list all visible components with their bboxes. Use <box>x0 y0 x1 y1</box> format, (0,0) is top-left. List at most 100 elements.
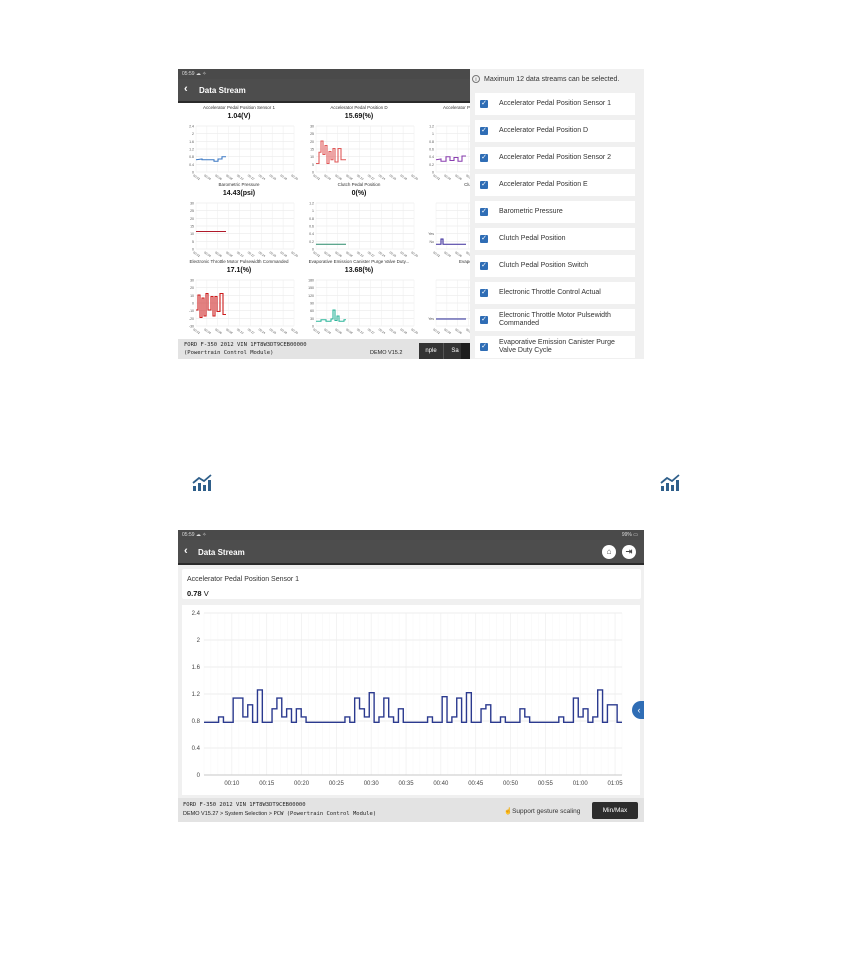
data-stream-label: Clutch Pedal Position <box>499 235 566 242</box>
x-tick-label: 00:06 <box>334 250 343 258</box>
y-tick-label: 0.8 <box>429 140 434 144</box>
data-stream-item[interactable]: ✓ Evaporative Emission Canister Purge Val… <box>475 336 635 358</box>
checkbox-checked-icon[interactable]: ✓ <box>480 343 488 351</box>
mini-chart[interactable]: Barometric Pressure 14.43(psi) 30 25 20 15 10 5… <box>180 182 298 262</box>
status-bar: 05:59 ☁ ✧ 99% ▭ <box>178 530 644 540</box>
y-tick-label: 0.8 <box>189 155 194 159</box>
data-stream-item[interactable]: ✓ Clutch Pedal Position <box>475 228 635 250</box>
y-tick-label: 30 <box>190 202 194 206</box>
mini-chart-name: Clutch Pedal Position <box>337 182 381 187</box>
y-tick-label: 0.4 <box>309 232 314 236</box>
x-tick-label: 00:02 <box>312 250 321 258</box>
sample-button[interactable]: nple <box>419 343 443 359</box>
x-tick-label: 00:10 <box>356 327 365 335</box>
line-chart[interactable]: 0 0.4 0.8 1.2 1.6 2 2.4 00:10 00:15 00:20 00:25 00:… <box>182 605 640 795</box>
trend-graph-icon <box>192 474 212 491</box>
data-stream-label: Barometric Pressure <box>499 208 563 215</box>
x-tick-label: 00:12 <box>247 327 256 335</box>
x-tick-label: 00:12 <box>367 173 376 181</box>
checkbox-checked-icon[interactable]: ✓ <box>480 208 488 216</box>
x-tick-label: 00:06 <box>334 173 343 181</box>
vehicle-info-line: FORD F-350 2012 VIN 1FT8W3DT9CEB00000 <box>183 802 306 808</box>
mini-chart[interactable]: Accelerator Pedal Position D 15.69(%) 30 25… <box>300 105 418 185</box>
y-tick-label: Yes <box>428 232 434 236</box>
y-tick-label: Yes <box>428 317 434 321</box>
y-tick-label: 30 <box>310 317 314 321</box>
mini-series-line <box>316 309 346 322</box>
exit-icon[interactable]: ⇥ <box>622 545 636 559</box>
data-stream-item[interactable]: ✓ Accelerator Pedal Position Sensor 1 <box>475 93 635 115</box>
y-tick-label: 25 <box>190 209 194 213</box>
mini-chart-name: Accelerator Pedal Position D <box>330 105 388 110</box>
mini-chart[interactable]: Evaporative Emission Canister Purge Valv… <box>300 259 418 339</box>
x-tick-label: 00:20 <box>290 327 298 335</box>
y-tick-label: 10 <box>310 155 314 159</box>
home-icon[interactable]: ⌂ <box>602 545 616 559</box>
x-tick-label: 00:06 <box>454 173 463 181</box>
y-tick-label: 0.6 <box>429 148 434 152</box>
x-tick-label: 00:06 <box>454 327 463 335</box>
y-tick-label: 150 <box>308 286 314 290</box>
x-tick-label: 00:14 <box>378 173 387 181</box>
y-tick-label: 0.4 <box>189 163 194 167</box>
data-stream-item[interactable]: ✓ Clutch Pedal Position Switch <box>475 255 635 277</box>
y-tick-label: 20 <box>310 140 314 144</box>
data-stream-item[interactable]: ✓ Electronic Throttle Motor Pulsewidth Co… <box>475 309 635 331</box>
y-tick-label: 0.6 <box>309 225 314 229</box>
checkbox-checked-icon[interactable]: ✓ <box>480 100 488 108</box>
collapse-panel-icon[interactable]: ‹ <box>632 701 644 719</box>
checkbox-checked-icon[interactable]: ✓ <box>480 154 488 162</box>
sensor-card: Accelerator Pedal Position Sensor 1 0.78… <box>182 569 641 599</box>
x-tick-label: 00:10 <box>236 327 245 335</box>
x-tick-label: 00:02 <box>432 173 441 181</box>
info-icon: i <box>472 75 480 83</box>
y-tick-label: 0.8 <box>192 719 201 725</box>
checkbox-checked-icon[interactable]: ✓ <box>480 127 488 135</box>
mini-chart[interactable]: Clutch Pedal Position 0(%) 1.2 1 0.8 0.6 0.4 0.… <box>300 182 418 262</box>
data-stream-label: Electronic Throttle Motor Pulsewidth Com… <box>499 312 611 327</box>
module-info-line: (Powertrain Control Module) <box>184 350 274 356</box>
sensor-unit: V <box>203 589 209 598</box>
breadcrumb: DEMO V15.27 > System Selection > PCW (Po… <box>183 811 376 817</box>
mini-chart-name: Accelerator Pedal Position Sensor 1 <box>202 105 276 110</box>
x-tick-label: 00:35 <box>399 781 415 787</box>
data-stream-item[interactable]: ✓ Accelerator Pedal Position D <box>475 120 635 142</box>
mini-chart-svg: 30252015105000:02 00:04 00:06 00:08 00:10 00:… <box>190 202 298 259</box>
data-stream-item[interactable]: ✓ Barometric Pressure <box>475 201 635 223</box>
x-tick-label: 00:02 <box>312 173 321 181</box>
mini-chart[interactable]: Accelerator Pedal Position Sensor 1 1.04(… <box>180 105 298 185</box>
data-stream-item[interactable]: ✓ Accelerator Pedal Position E <box>475 174 635 196</box>
x-tick-label: 00:55 <box>538 781 554 787</box>
min-max-button[interactable]: Min/Max <box>592 802 638 819</box>
checkbox-checked-icon[interactable]: ✓ <box>480 262 488 270</box>
checkbox-checked-icon[interactable]: ✓ <box>480 289 488 297</box>
data-stream-item[interactable]: ✓ Accelerator Pedal Position Sensor 2 <box>475 147 635 169</box>
vehicle-info-footer: FORD F-350 2012 VIN 1FT8W3DT9CEB00000 DE… <box>178 798 644 822</box>
page-title: Data Stream <box>198 548 245 557</box>
x-tick-label: 00:10 <box>356 250 365 258</box>
y-tick-label: 5 <box>192 240 194 244</box>
checkbox-checked-icon[interactable]: ✓ <box>480 181 488 189</box>
checkbox-checked-icon[interactable]: ✓ <box>480 316 488 324</box>
mini-chart-value: 17.1(%) <box>226 267 252 274</box>
back-arrow-icon[interactable]: ‹ <box>184 83 188 96</box>
y-tick-label: 0.4 <box>192 746 201 752</box>
y-tick-label: 2.4 <box>189 125 194 129</box>
data-stream-select-screenshot: 05:59 ☁ ✧ ‹ Data Stream Accelerator Peda… <box>178 69 644 359</box>
x-tick-label: 00:08 <box>225 250 234 258</box>
x-tick-label: 00:16 <box>389 327 398 335</box>
x-tick-label: 00:02 <box>192 173 201 181</box>
mini-chart[interactable]: Electronic Throttle Motor Pulsewidth Com… <box>180 259 298 339</box>
back-arrow-icon[interactable]: ‹ <box>184 545 188 558</box>
mini-chart-value: 14.43(psi) <box>222 190 256 197</box>
y-tick-label: 5 <box>312 163 314 167</box>
x-tick-label: 00:10 <box>236 250 245 258</box>
x-tick-label: 00:18 <box>279 173 288 181</box>
x-tick-label: 00:16 <box>269 250 278 258</box>
title-bar: ‹ Data Stream <box>178 79 470 101</box>
y-tick-label: 0.4 <box>429 155 434 159</box>
data-stream-item[interactable]: ✓ Electronic Throttle Control Actual <box>475 282 635 304</box>
checkbox-checked-icon[interactable]: ✓ <box>480 235 488 243</box>
x-tick-label: 00:04 <box>203 173 212 181</box>
x-tick-label: 00:02 <box>432 250 441 258</box>
